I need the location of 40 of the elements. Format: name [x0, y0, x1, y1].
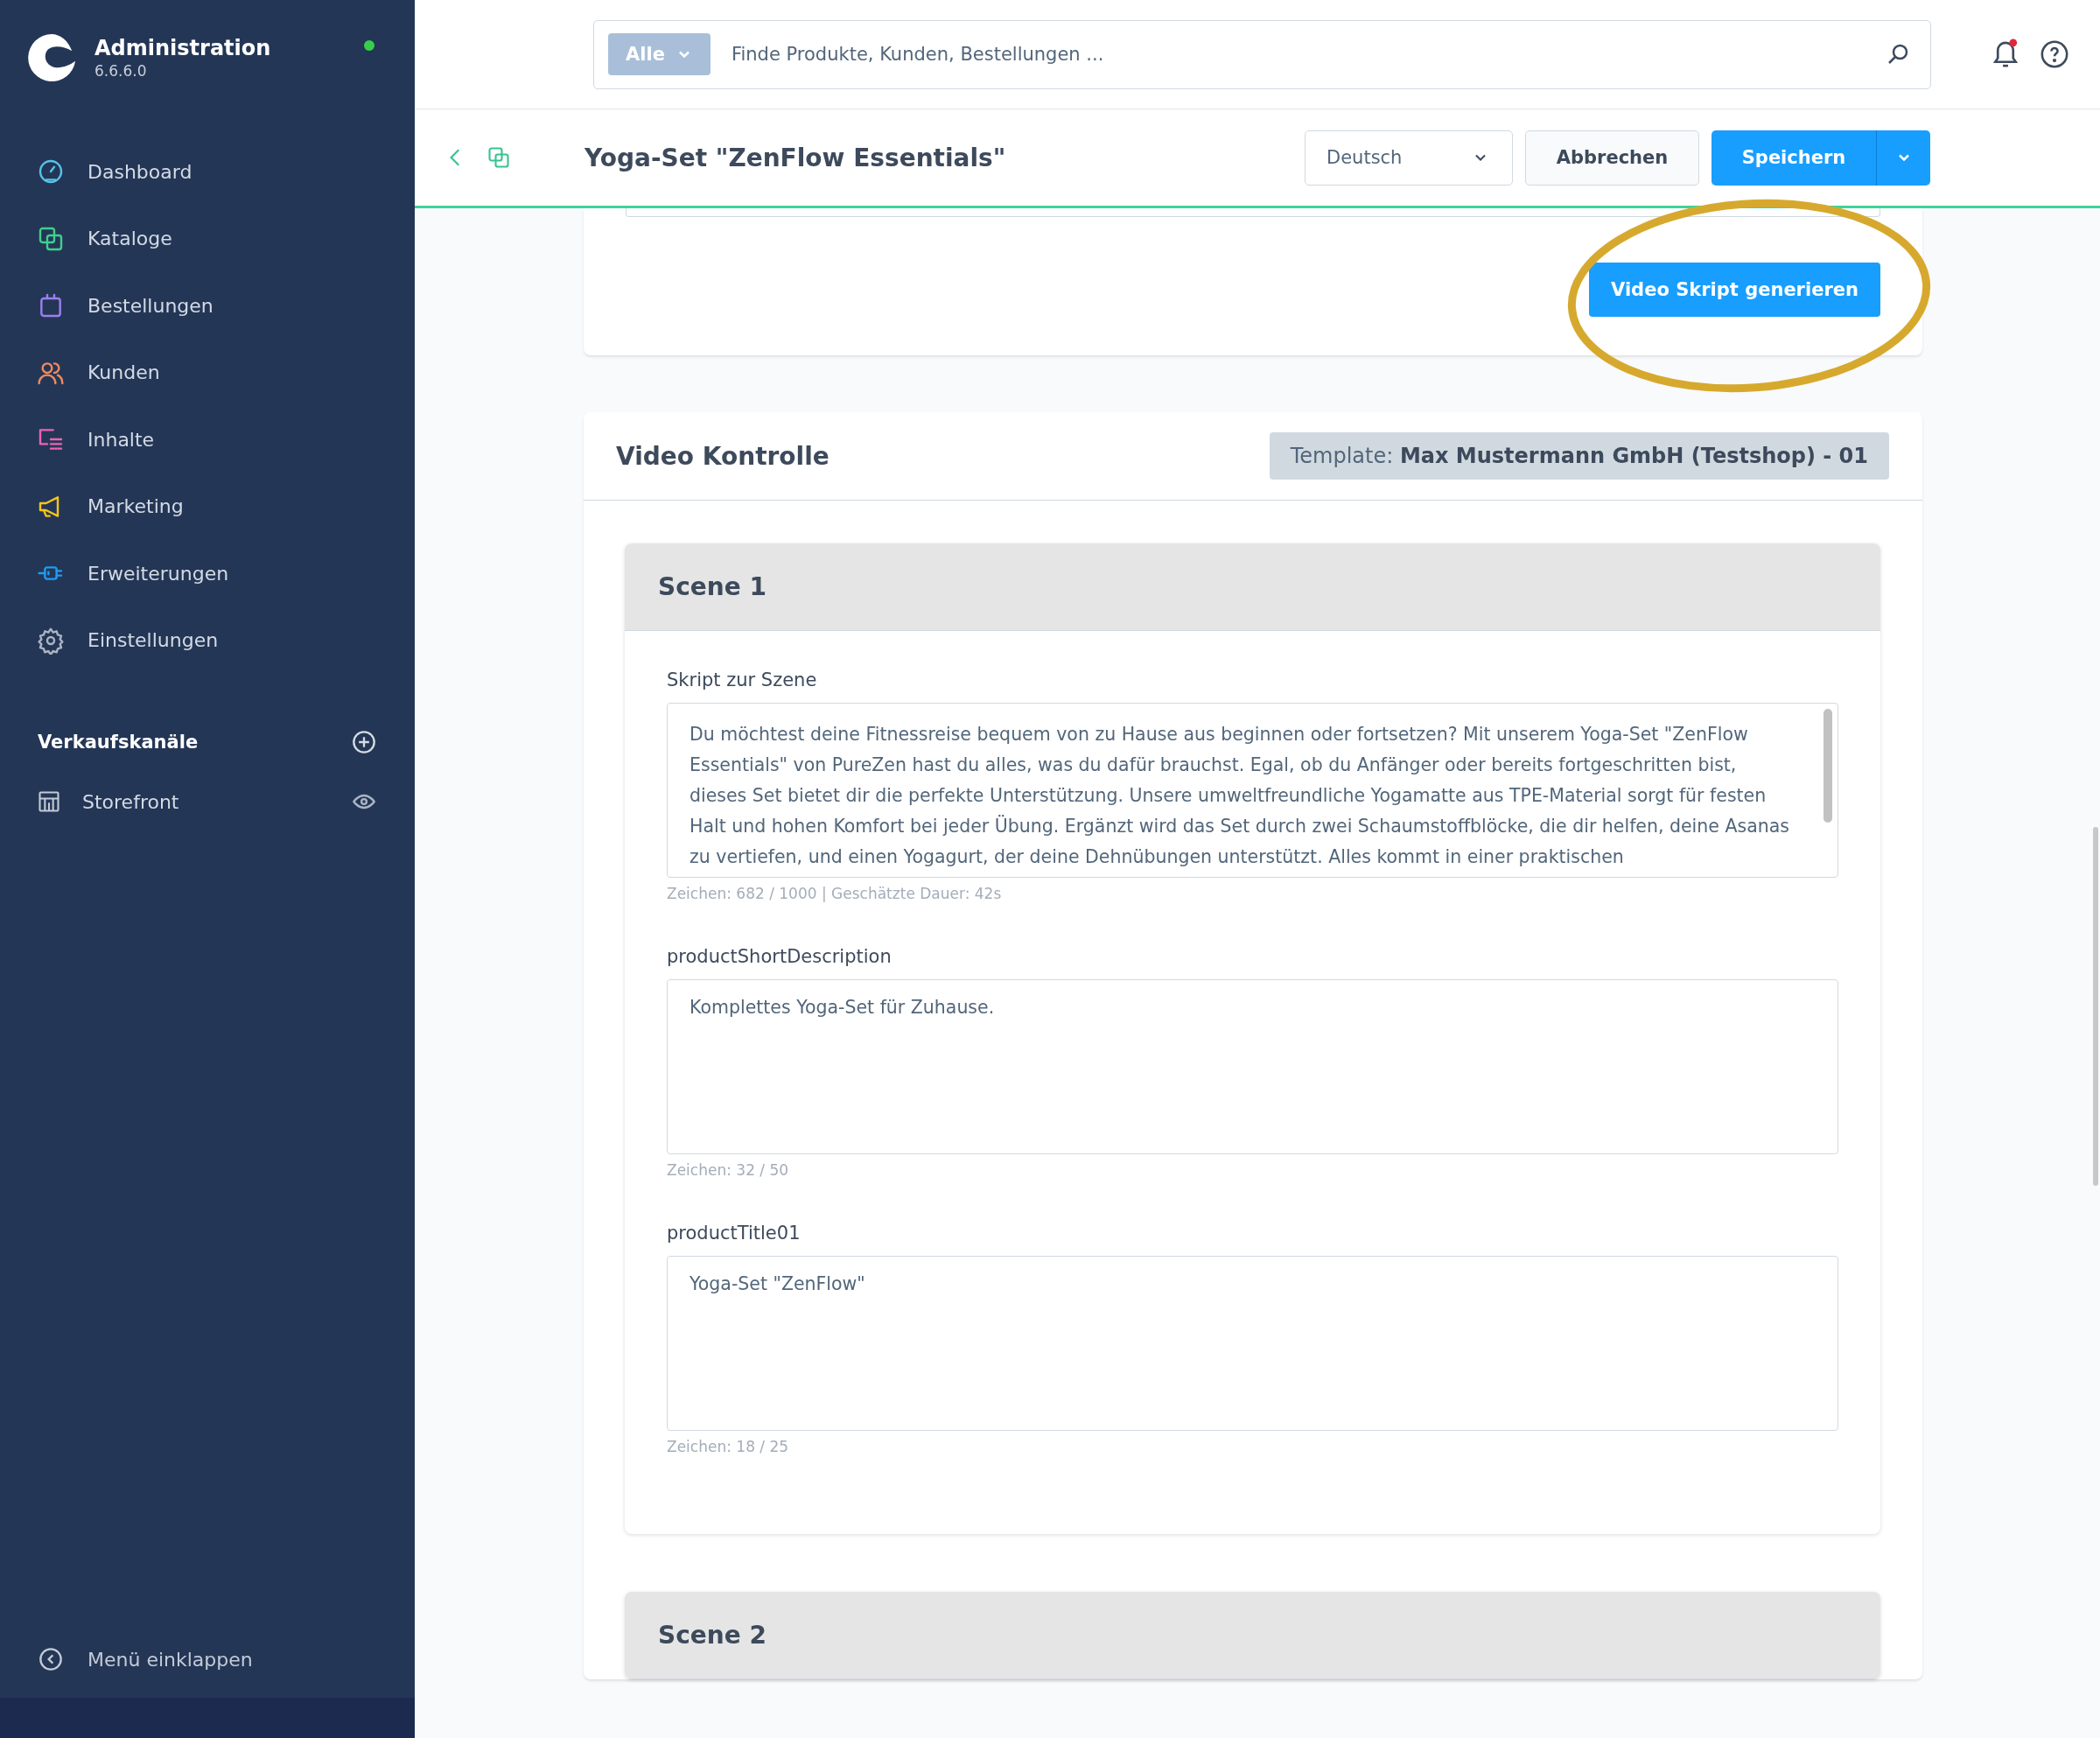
character-counter: Zeichen: 682 / 1000 | Geschätzte Dauer: 42s — [667, 885, 1003, 902]
page-title: Yoga-Set "ZenFlow Essentials" — [584, 143, 1007, 172]
status-dot-icon — [364, 40, 374, 51]
storefront-icon — [37, 789, 61, 814]
cancel-button[interactable]: Abbrechen — [1525, 130, 1699, 186]
collapse-menu-link[interactable]: Menü einklappen — [0, 1633, 415, 1685]
nav-item[interactable]: Erweiterungen — [0, 540, 415, 607]
duplicate-icon[interactable] — [486, 145, 511, 170]
text-area[interactable]: Du möchtest deine Fitnessreise bequem von zu Hause aus beginnen oder fortsetzen? Mit unserem Yoga-Set "ZenFlow Essentials" von PureZen hast du alles, was du dafür brauchst. Egal, ob du Anfänger oder bereits fortgeschritten bist, dieses Set bietet dir die perfekte Unterstützung. Unsere umweltfreundliche Yogamatte aus TPE-Material sorgt für festen Halt und hohen Komfort bei jeder Übung. Ergänzt wird das Set durch zwei Schaumstoffblöcke, die dir helfen, deine Asanas zu vertiefen, und einen Yogagurt, der deine Dehnübungen unterstützt. Alles kommt in einer praktischen — [667, 703, 1838, 878]
app-title: Administration — [94, 36, 272, 60]
field-label: Skript zur Szene — [667, 669, 818, 690]
text-area[interactable]: Yoga-Set "ZenFlow" — [667, 1256, 1838, 1431]
scene-header: Scene 2 — [625, 1592, 1880, 1679]
nav-item[interactable]: Kataloge — [0, 205, 415, 272]
field-label: productShortDescription — [667, 946, 892, 967]
scrollbar[interactable] — [1824, 709, 1832, 823]
character-counter: Zeichen: 32 / 50 — [667, 1161, 790, 1179]
field-label: productTitle01 — [667, 1223, 802, 1244]
language-select[interactable]: Deutsch — [1305, 130, 1513, 186]
scene-header: Scene 1 — [625, 543, 1880, 631]
save-options-button[interactable] — [1876, 130, 1930, 186]
card-title: Video Kontrolle — [616, 441, 830, 471]
scrollbar[interactable] — [2093, 827, 2098, 1186]
sales-channel-link[interactable]: Storefront — [82, 790, 331, 813]
template-label: Template: Max Mustermann GmbH (Testshop) - 01 — [1269, 432, 1889, 480]
nav-item[interactable]: Dashboard — [0, 138, 415, 206]
character-counter: Zeichen: 18 / 25 — [667, 1438, 790, 1455]
help-icon[interactable] — [2040, 39, 2069, 69]
app-version: 6.6.6.0 — [94, 62, 148, 80]
nav-item[interactable]: Einstellungen — [0, 606, 415, 674]
nav-item[interactable]: Kunden — [0, 339, 415, 406]
section-title: Verkaufskanäle — [38, 732, 199, 753]
nav-item[interactable]: Marketing — [0, 473, 415, 540]
text-area[interactable]: Komplettes Yoga-Set für Zuhause. — [667, 979, 1838, 1154]
chevron-circle-icon — [38, 1647, 63, 1671]
logo-icon — [26, 32, 77, 83]
text-area[interactable] — [626, 208, 1880, 217]
nav-item[interactable]: Bestellungen — [0, 272, 415, 340]
add-icon[interactable] — [352, 730, 376, 754]
nav-item[interactable]: Inhalte — [0, 406, 415, 473]
